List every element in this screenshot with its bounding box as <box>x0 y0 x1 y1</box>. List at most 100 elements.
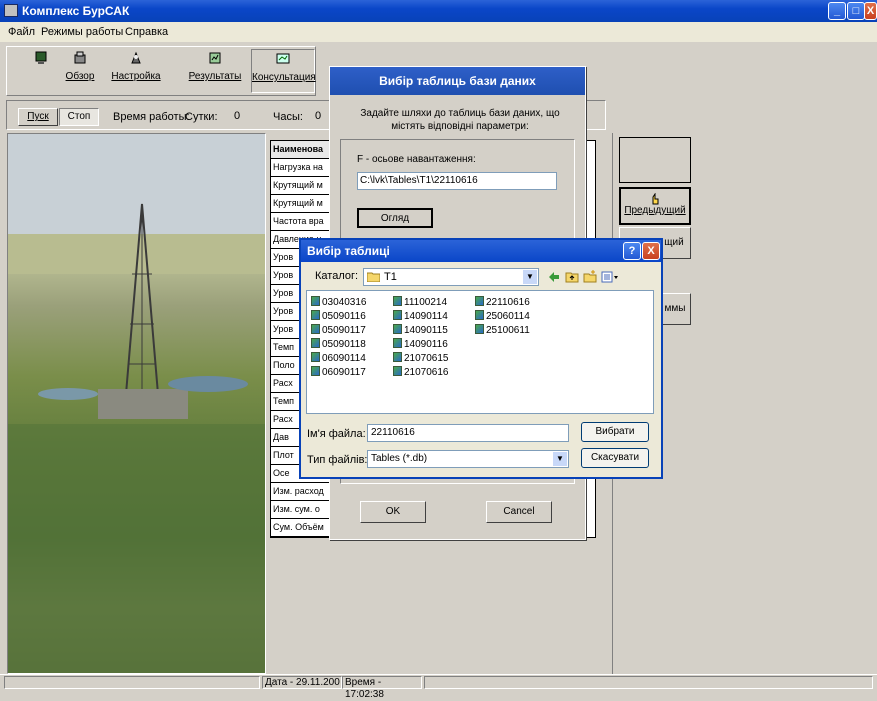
list-item[interactable]: 21070615 <box>393 352 449 364</box>
title-bar: Комплекс БурСАК _ □ X <box>0 0 877 22</box>
menu-bar: Файл Режимы работы Справка <box>0 22 877 42</box>
back-icon[interactable] <box>547 270 561 284</box>
status-date: Дата - 29.11.200 <box>262 676 342 689</box>
catalog-label: Каталог: <box>315 270 359 282</box>
start-button[interactable]: Пуск <box>18 108 58 126</box>
ok-button[interactable]: OK <box>360 501 426 523</box>
hand-icon <box>652 193 659 205</box>
list-item[interactable]: 21070616 <box>393 366 449 378</box>
drilling-rig-illustration <box>8 134 265 673</box>
table-row[interactable]: Частота вра <box>271 213 331 231</box>
toolbar-consult-button[interactable]: Консультация <box>251 49 316 93</box>
list-item[interactable]: 03040316 <box>311 296 367 308</box>
list-item[interactable]: 05090116 <box>311 310 366 322</box>
chevron-down-icon[interactable]: ▼ <box>553 452 567 466</box>
runtime-label: Время работы: <box>113 111 190 123</box>
previous-button[interactable]: Предыдущий <box>619 187 691 225</box>
list-item[interactable]: 25060114 <box>475 310 530 322</box>
folder-icon <box>367 272 380 282</box>
overview-icon <box>74 51 86 64</box>
status-cell <box>4 676 260 689</box>
toolbar-home-button[interactable] <box>29 49 53 93</box>
chevron-down-icon[interactable]: ▼ <box>523 270 537 284</box>
table-file-icon <box>393 310 402 320</box>
status-cell <box>424 676 873 689</box>
filename-input[interactable]: 22110616 <box>367 424 569 442</box>
table-file-icon <box>475 310 484 320</box>
stop-button[interactable]: Стоп <box>59 108 99 126</box>
list-item[interactable]: 14090114 <box>393 310 448 322</box>
table-file-icon <box>393 366 402 376</box>
table-file-icon <box>311 352 320 362</box>
table-file-icon <box>311 366 320 376</box>
filename-label: Ім'я файла: <box>307 428 366 440</box>
catalog-select[interactable]: T1 ▼ <box>363 268 539 286</box>
table-row[interactable]: Сум. Объём <box>271 519 331 537</box>
menu-file[interactable]: Файл <box>8 26 35 38</box>
toolbar-overview-button[interactable]: Обзор <box>62 49 98 93</box>
table-file-icon <box>393 296 402 306</box>
view-menu-icon[interactable] <box>601 270 619 284</box>
list-item[interactable]: 25100611 <box>475 324 530 336</box>
maximize-button[interactable]: □ <box>847 2 865 20</box>
list-item[interactable]: 06090114 <box>311 352 366 364</box>
file-list: 03040316 05090116 05090117 05090118 0609… <box>306 290 654 414</box>
open-table-dialog: Вибір таблиці ? X Каталог: T1 ▼ 03040316… <box>299 238 663 479</box>
toolbar-results-button[interactable]: Результаты <box>187 49 243 93</box>
dialog-title: Вибір таблиць бази даних <box>330 67 585 95</box>
table-file-icon <box>311 338 320 348</box>
monitor-icon <box>35 51 47 64</box>
status-bar: Дата - 29.11.200 Время - 17:02:38 <box>0 674 877 700</box>
days-value: 0 <box>233 110 241 122</box>
app-icon <box>4 4 18 17</box>
window-title: Комплекс БурСАК <box>22 4 130 18</box>
minimize-button[interactable]: _ <box>828 2 846 20</box>
table-row[interactable]: Нагрузка на <box>271 159 331 177</box>
filetype-label: Тип файлів: <box>307 454 368 466</box>
dialog-close-button[interactable]: X <box>642 242 660 260</box>
table-file-icon <box>475 324 484 334</box>
toolbar-settings-button[interactable]: Настройка <box>111 49 161 93</box>
list-item[interactable]: 22110616 <box>475 296 530 308</box>
table-file-icon <box>393 352 402 362</box>
table-file-icon <box>311 310 320 320</box>
table-file-icon <box>311 324 320 334</box>
dialog-cancel-button[interactable]: Скасувати <box>581 448 649 468</box>
table-header: Наименова <box>271 141 331 159</box>
list-item[interactable]: 05090117 <box>311 324 366 336</box>
hours-label: Часы: <box>273 111 303 123</box>
select-button[interactable]: Вибрати <box>581 422 649 442</box>
help-button[interactable]: ? <box>623 242 641 260</box>
indicator-box <box>619 137 691 183</box>
settings-icon <box>131 51 141 64</box>
up-folder-icon[interactable] <box>565 270 579 284</box>
table-row[interactable]: Изм. сум. о <box>271 501 331 519</box>
open-dialog-titlebar: Вибір таблиці ? X <box>301 240 661 262</box>
status-time: Время - 17:02:38 <box>342 676 422 700</box>
list-item[interactable]: 06090117 <box>311 366 366 378</box>
new-folder-icon[interactable] <box>583 270 597 284</box>
toolbar: Обзор Настройка Результаты Консультация <box>6 46 316 96</box>
filetype-select[interactable]: Tables (*.db) ▼ <box>367 450 569 468</box>
param-path-input[interactable]: C:\lvk\Tables\T1\22110616 <box>357 172 557 190</box>
table-file-icon <box>311 296 320 306</box>
drilling-rig-image <box>7 133 266 674</box>
list-item[interactable]: 05090118 <box>311 338 366 350</box>
menu-help[interactable]: Справка <box>125 26 168 38</box>
menu-modes[interactable]: Режимы работы <box>41 26 123 38</box>
table-row[interactable]: Крутящий м <box>271 177 331 195</box>
results-icon <box>209 52 221 64</box>
table-row[interactable]: Крутящий м <box>271 195 331 213</box>
cancel-button[interactable]: Cancel <box>486 501 552 523</box>
browse-button[interactable]: Огляд <box>357 208 433 228</box>
param-label: F - осьове навантаження: <box>357 154 476 165</box>
consult-icon <box>276 53 290 64</box>
hours-value: 0 <box>314 110 322 122</box>
list-item[interactable]: 14090115 <box>393 324 448 336</box>
list-item[interactable]: 11100214 <box>393 296 447 308</box>
list-item[interactable]: 14090116 <box>393 338 448 350</box>
open-dialog-title: Вибір таблиці <box>307 244 390 258</box>
close-button[interactable]: X <box>864 2 877 20</box>
table-file-icon <box>393 338 402 348</box>
table-row[interactable]: Изм. расход <box>271 483 331 501</box>
